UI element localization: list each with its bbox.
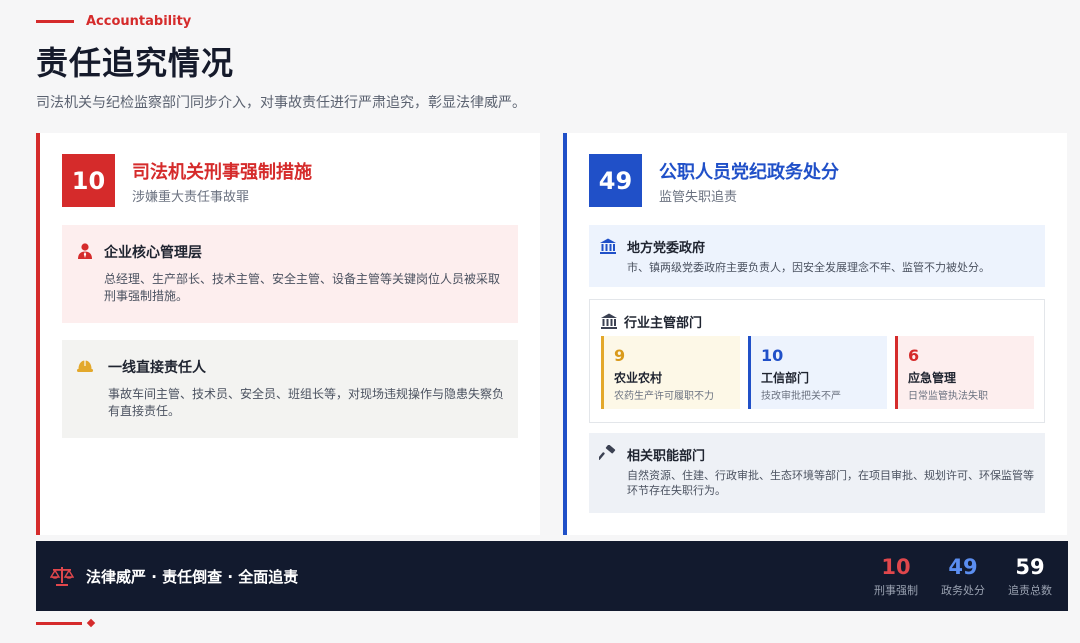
related-departments-text: 自然资源、住建、行政审批、生态环境等部门，在项目审批、规划许可、环保监管等环节存…	[627, 469, 1034, 497]
management-card-title: 企业核心管理层	[104, 245, 202, 261]
criminal-panel-title: 司法机关刑事强制措施	[132, 162, 312, 183]
industry-item-name: 工信部门	[761, 371, 810, 385]
local-government-text: 市、镇两级党委政府主要负责人，因安全发展理念不牢、监管不力被处分。	[627, 261, 990, 274]
industry-item-agriculture: 9 农业农村 农药生产许可履职不力	[601, 336, 740, 409]
frontline-card-title: 一线直接责任人	[108, 360, 206, 376]
disciplinary-count-badge: 49	[589, 154, 642, 207]
bottom-accent-line	[36, 622, 82, 625]
frontline-card: 一线直接责任人 事故车间主管、技术员、安全员、班组长等，对现场违规操作与隐患失察…	[62, 340, 518, 438]
page-title: 责任追究情况	[36, 44, 235, 82]
industry-item-industry-it: 10 工信部门 技改审批把关不严	[748, 336, 887, 409]
bottom-accent-diamond	[86, 618, 96, 628]
stat-number: 59	[1015, 555, 1045, 579]
industry-item-desc: 农药生产许可履职不力	[614, 391, 714, 402]
stat-label: 追责总数	[1008, 584, 1052, 597]
industry-item-count: 9	[614, 346, 626, 365]
local-government-card: 地方党委政府 市、镇两级党委政府主要负责人，因安全发展理念不牢、监管不力被处分。	[589, 225, 1045, 287]
criminal-count-badge: 10	[62, 154, 115, 207]
stat-disciplinary: 49 政务处分	[939, 555, 987, 598]
summary-footer: 法律威严 · 责任倒查 · 全面追责 10 刑事强制 49 政务处分 59 追责…	[36, 541, 1068, 611]
local-government-title: 地方党委政府	[627, 241, 706, 256]
eyebrow: Accountability	[36, 14, 191, 29]
hard-hat-icon	[77, 360, 93, 372]
stat-criminal: 10 刑事强制	[872, 555, 920, 598]
related-departments-title: 相关职能部门	[627, 449, 706, 464]
industry-item-count: 10	[761, 346, 784, 365]
disciplinary-panel-title: 公职人员党纪政务处分	[659, 162, 839, 183]
criminal-measures-panel: 10 司法机关刑事强制措施 涉嫌重大责任事故罪 企业核心管理层 总经理、生产部长…	[36, 133, 540, 535]
industry-item-desc: 日常监管执法失职	[908, 391, 988, 402]
industry-item-desc: 技改审批把关不严	[761, 391, 841, 402]
management-card-text: 总经理、生产部长、技术主管、安全主管、设备主管等关键岗位人员被采取刑事强制措施。	[104, 272, 501, 303]
management-card: 企业核心管理层 总经理、生产部长、技术主管、安全主管、设备主管等关键岗位人员被采…	[62, 225, 518, 323]
industry-item-name: 农业农村	[614, 371, 663, 385]
stat-label: 刑事强制	[874, 584, 918, 597]
stat-number: 10	[881, 555, 911, 579]
scales-icon	[50, 567, 74, 586]
eyebrow-label: Accountability	[86, 14, 192, 29]
disciplinary-panel-subtitle: 监管失职追责	[659, 190, 738, 205]
industry-item-name: 应急管理	[908, 371, 957, 385]
footer-slogan: 法律威严 · 责任倒查 · 全面追责	[86, 568, 299, 586]
industry-departments-title: 行业主管部门	[624, 316, 703, 331]
disciplinary-panel: 49 公职人员党纪政务处分 监管失职追责 地方党委政府 市、镇两级党委政府主要负…	[563, 133, 1067, 535]
stat-label: 政务处分	[941, 584, 985, 597]
gavel-icon	[599, 445, 616, 460]
person-icon	[78, 243, 92, 259]
industry-departments-card: 行业主管部门 9 农业农村 农药生产许可履职不力 10 工信部门 技改审批把关不…	[589, 299, 1045, 423]
frontline-card-text: 事故车间主管、技术员、安全员、班组长等，对现场违规操作与隐患失察负有直接责任。	[108, 387, 505, 418]
related-departments-card: 相关职能部门 自然资源、住建、行政审批、生态环境等部门，在项目审批、规划许可、环…	[589, 433, 1045, 513]
stat-number: 49	[948, 555, 978, 579]
criminal-panel-subtitle: 涉嫌重大责任事故罪	[132, 190, 250, 205]
industry-item-emergency: 6 应急管理 日常监管执法失职	[895, 336, 1034, 409]
eyebrow-accent-line	[36, 20, 74, 23]
stat-total: 59 追责总数	[1006, 555, 1054, 598]
government-building-icon	[600, 238, 616, 254]
government-building-icon	[601, 313, 617, 329]
industry-item-count: 6	[908, 346, 920, 365]
page-subtitle: 司法机关与纪检监察部门同步介入，对事故责任进行严肃追究，彰显法律威严。	[36, 95, 526, 111]
